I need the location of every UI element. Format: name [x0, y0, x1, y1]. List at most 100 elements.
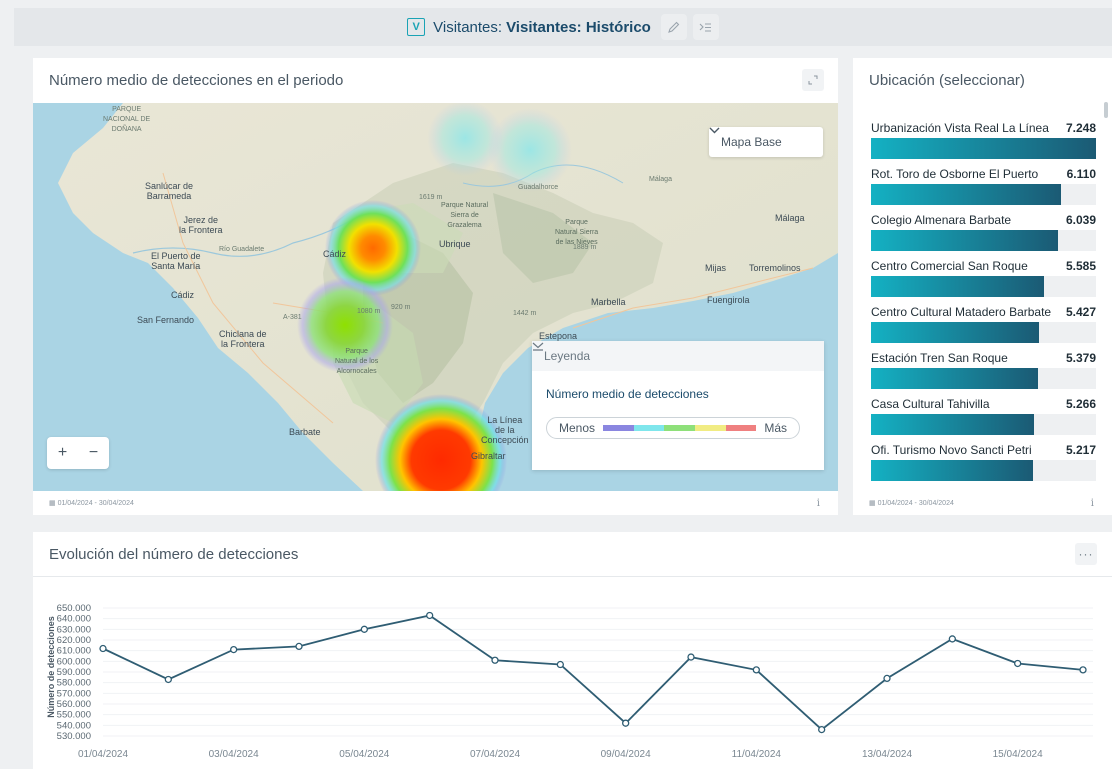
x-tick-label: 09/04/2024 [601, 749, 651, 760]
data-point[interactable] [948, 635, 956, 643]
location-bar [871, 138, 1096, 159]
location-item[interactable]: Colegio Almenara Barbate 6.039 [871, 206, 1107, 252]
data-point[interactable] [230, 645, 238, 654]
location-bar [871, 460, 1033, 481]
x-tick-label: 01/04/2024 [78, 749, 128, 760]
data-point[interactable] [295, 642, 303, 651]
pencil-icon [668, 21, 680, 33]
data-point[interactable] [1014, 659, 1022, 668]
location-value: 5.217 [1065, 443, 1096, 457]
y-tick-label: 560.000 [57, 699, 91, 710]
data-point[interactable] [360, 625, 368, 633]
location-value: 6.110 [1066, 167, 1096, 181]
map-date-range-text: 01/04/2024 - 30/04/2024 [57, 500, 134, 507]
legend-subtitle: Número medio de detecciones [546, 387, 709, 401]
location-item[interactable]: Centro Comercial San Roque 5.585 [871, 252, 1107, 298]
map-label-malaga: Málaga [775, 213, 805, 223]
zoom-out-button[interactable]: − [79, 444, 109, 462]
legend-scale: Menos Más [546, 417, 800, 439]
y-tick-label: 530.000 [57, 731, 91, 742]
map-label-ubrique: Ubrique [439, 239, 471, 249]
location-name: Urbanización Vista Real La Línea [871, 121, 1049, 135]
heatmap-map[interactable]: PARQUE NACIONAL DE DOÑANA Sanlúcar de Barra… [33, 103, 838, 491]
map-label-jerez: Jerez de la Frontera [179, 215, 223, 235]
location-bar [871, 230, 1059, 251]
map-label-torremolinos: Torremolinos [749, 263, 801, 273]
legend-color-step [603, 425, 634, 431]
dashboard-header: V Visitantes: Visitantes: Histórico [14, 8, 1112, 46]
legend-max-label: Más [764, 421, 787, 435]
location-bar-track [871, 230, 1096, 251]
map-label-height-920: 920 m [391, 304, 411, 311]
info-icon[interactable]: i [1091, 498, 1094, 509]
map-label-marbella: Marbella [591, 297, 626, 307]
series-line [102, 614, 1084, 731]
zoom-in-button[interactable]: + [48, 444, 78, 462]
base-map-selector[interactable]: Mapa Base [709, 127, 823, 157]
map-label-donana: PARQUE NACIONAL DE DOÑANA [103, 106, 151, 133]
expand-button[interactable] [802, 69, 824, 91]
map-label-alcornocales: Parque Natural de los Alcornocales [335, 348, 379, 375]
location-list: Urbanización Vista Real La Línea 7.248 Rot… [871, 114, 1107, 489]
map-panel-title: Número medio de detecciones en el period… [49, 72, 344, 89]
legend-color-step [633, 425, 665, 431]
location-bar-track [871, 460, 1096, 481]
line-chart[interactable]: 650.000640.000630.000620.000610.000600.0… [33, 532, 1112, 769]
legend-color-bar [603, 425, 757, 431]
edit-button[interactable] [660, 14, 687, 40]
map-label-cadiz: Cádiz [171, 290, 195, 300]
data-point[interactable] [687, 653, 695, 661]
data-point[interactable] [491, 656, 499, 664]
data-point[interactable] [622, 719, 630, 727]
location-item[interactable]: Estación Autobuses Prado del5.047 [871, 482, 1107, 489]
filter-list-icon [699, 22, 712, 32]
location-panel-title: Ubicación (seleccionar) [869, 72, 1025, 89]
map-label-height-1442: 1442 m [513, 310, 537, 317]
evolution-panel: Evolución del número de detecciones ··· … [33, 532, 1112, 769]
location-item[interactable]: Ofi. Turismo Novo Sancti Petri 5.217 [871, 436, 1107, 482]
y-tick-label: 540.000 [57, 720, 91, 731]
location-value: 5.266 [1065, 397, 1096, 411]
data-point[interactable] [99, 644, 107, 653]
location-item[interactable]: Estación Tren San Roque 5.379 [871, 344, 1107, 390]
location-value: 5.585 [1065, 259, 1096, 273]
x-tick-label: 03/04/2024 [209, 749, 259, 760]
location-bar-track [871, 184, 1096, 205]
location-date-range-text: 01/04/2024 - 30/04/2024 [877, 500, 954, 507]
scrollbar-thumb[interactable] [1104, 102, 1108, 118]
data-point[interactable] [556, 660, 564, 669]
location-scrollbar[interactable] [1104, 102, 1108, 497]
location-item[interactable]: Casa Cultural Tahivilla 5.266 [871, 390, 1107, 436]
x-tick-label: 11/04/2024 [732, 749, 782, 760]
data-point[interactable] [164, 675, 172, 684]
data-point[interactable] [752, 666, 760, 674]
location-item[interactable]: Urbanización Vista Real La Línea 7.248 [871, 114, 1107, 160]
location-bar [871, 414, 1035, 435]
map-label-height-1080: 1080 m [357, 308, 381, 315]
data-point[interactable] [818, 725, 826, 734]
location-bar-track [871, 414, 1096, 435]
data-point[interactable] [1079, 666, 1087, 674]
data-point[interactable] [883, 674, 891, 683]
location-item[interactable]: Rot. Toro de Osborne El Puerto 6.110 [871, 160, 1107, 206]
legend-title: Leyenda [544, 349, 591, 363]
visitantes-logo-icon: V [407, 18, 426, 36]
legend-header[interactable]: Leyenda [532, 341, 824, 371]
filters-button[interactable] [692, 14, 719, 40]
map-label-mijas: Mijas [705, 263, 727, 273]
map-label-guadalhorce: Guadalhorce [518, 184, 559, 191]
location-name: Colegio Almenara Barbate [871, 213, 1012, 227]
location-bar-track [871, 276, 1096, 297]
location-item[interactable]: Centro Cultural Matadero Barbate 5.427 [871, 298, 1107, 344]
zoom-control: + − [47, 437, 109, 469]
collapse-legend-icon[interactable] [532, 341, 544, 351]
data-point[interactable] [426, 611, 434, 620]
info-icon[interactable]: i [817, 498, 820, 509]
map-label-road-a381: A-381 [283, 314, 302, 321]
page-title: Visitantes: Histórico [506, 18, 651, 36]
y-tick-label: 650.000 [57, 603, 91, 614]
map-label-height-1889: 1889 m [573, 244, 597, 251]
x-tick-label: 05/04/2024 [339, 749, 389, 760]
map-label-grazalema: Parque Natural Sierra de Grazalema [441, 202, 489, 229]
map-label-san-fernando: San Fernando [137, 315, 195, 325]
